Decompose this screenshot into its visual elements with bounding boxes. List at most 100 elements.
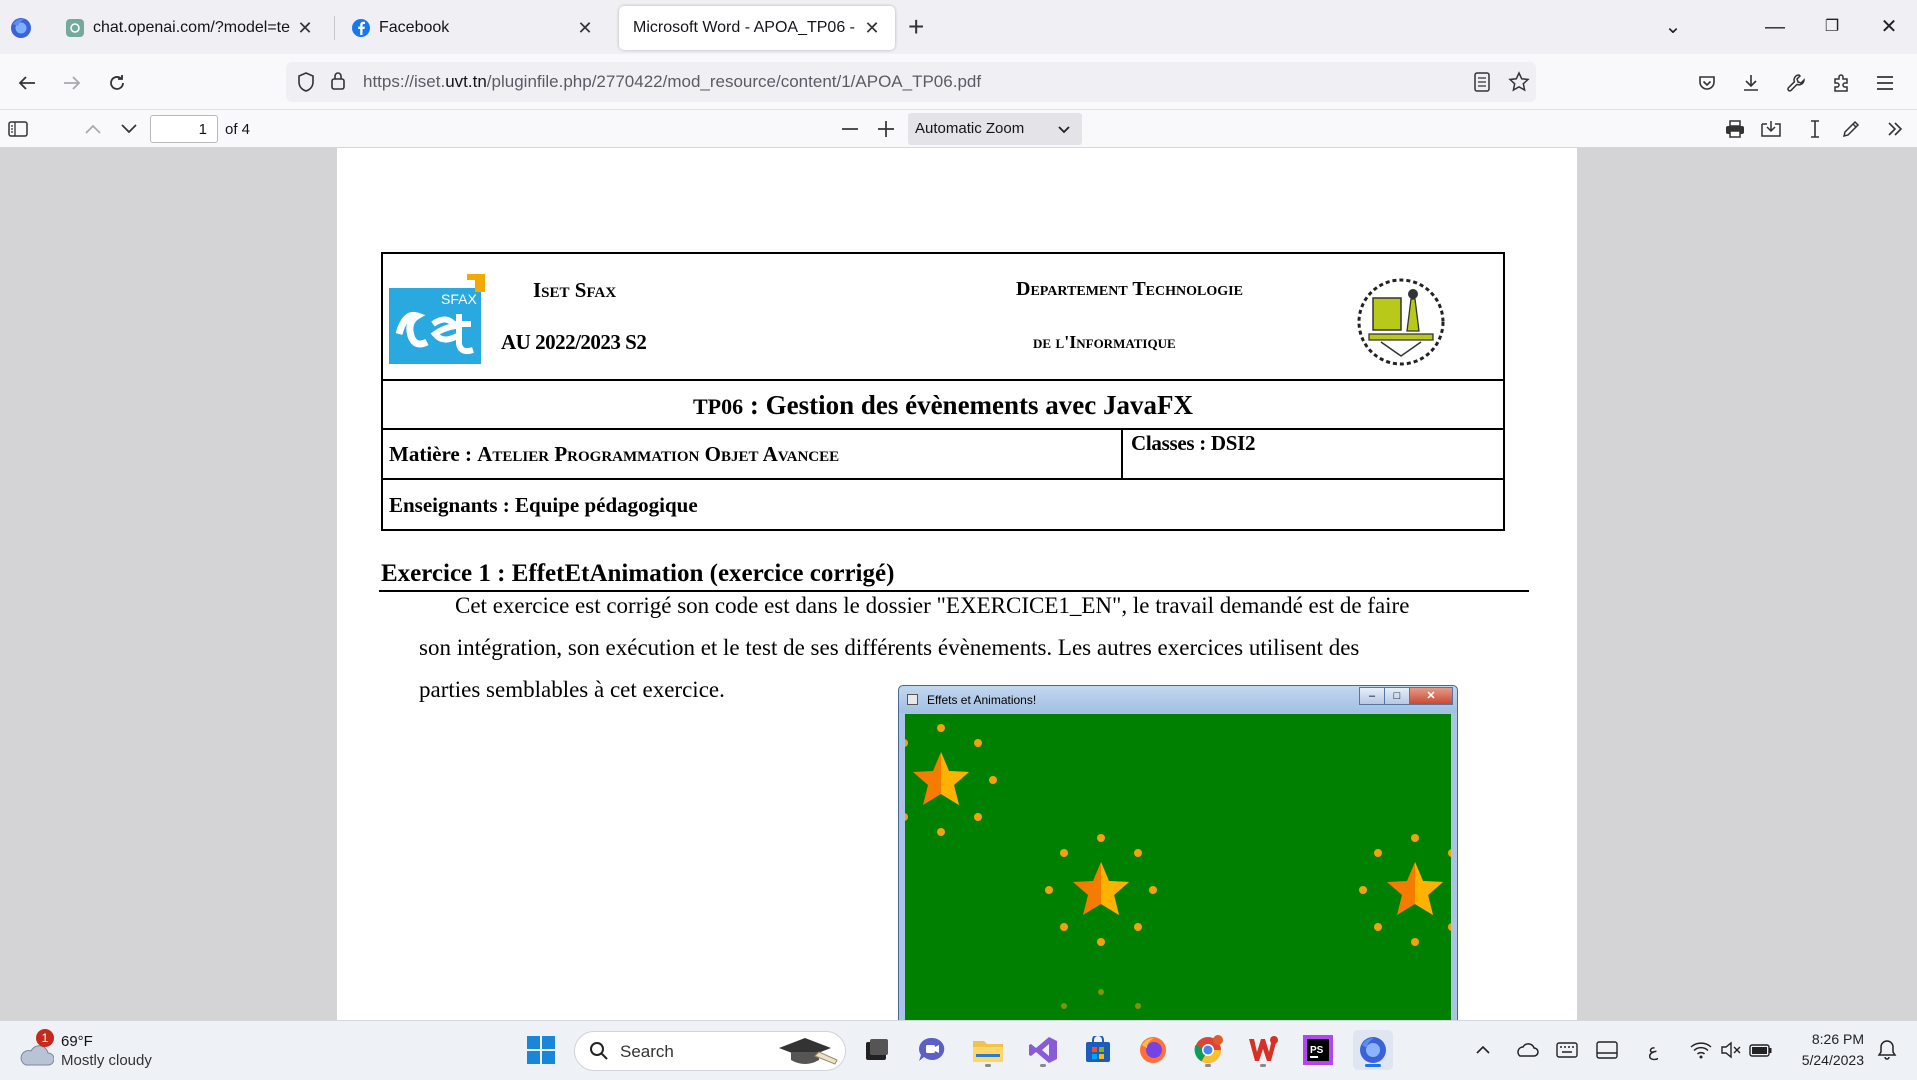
show-hidden-icons-chevron-icon[interactable]: [1468, 1030, 1498, 1070]
next-page-icon[interactable]: [114, 114, 144, 144]
input-language-indicator[interactable]: ع: [1648, 1041, 1658, 1061]
svg-text:PS: PS: [1310, 1045, 1324, 1056]
keyboard-icon[interactable]: [1552, 1030, 1582, 1070]
forward-button[interactable]: [55, 66, 89, 100]
header-table: SFAX Iset Sfax AU 2022/2023 S2 Departeme…: [381, 252, 1505, 531]
list-all-tabs-icon[interactable]: ⌄: [1648, 10, 1698, 44]
tab-facebook[interactable]: Facebook ✕: [338, 6, 608, 50]
draw-pen-icon[interactable]: [1836, 114, 1866, 144]
reload-button[interactable]: [100, 66, 134, 100]
phpstorm-icon[interactable]: PS: [1298, 1030, 1338, 1070]
window-controls: – □ ✕: [1359, 687, 1453, 705]
search-icon: [590, 1042, 608, 1060]
forward-arrow-icon: [64, 76, 81, 90]
star-burst-icon: [1359, 834, 1451, 946]
navigation-toolbar: https://iset.uvt.tn/pluginfile.php/27704…: [0, 54, 1917, 110]
new-tab-button[interactable]: +: [908, 12, 924, 42]
print-icon[interactable]: [1720, 114, 1750, 144]
page-number-input[interactable]: [150, 115, 218, 143]
url-text[interactable]: https://iset.uvt.tn/pluginfile.php/27704…: [363, 72, 981, 92]
star-reflection-icon: [1061, 989, 1141, 1009]
running-indicator: [1365, 1064, 1381, 1067]
tab-pdf-active[interactable]: Microsoft Word - APOA_TP06 - APO ✕: [619, 6, 895, 50]
back-button[interactable]: [10, 66, 44, 100]
divider: [383, 379, 1503, 381]
pocket-icon[interactable]: [1690, 66, 1724, 100]
wps-office-icon[interactable]: [1243, 1030, 1283, 1070]
page-count-label: of 4: [225, 121, 251, 138]
tp-title: TP06 : Gestion des évènements avec JavaF…: [692, 390, 1194, 420]
file-explorer-icon[interactable]: [968, 1030, 1008, 1070]
clock-time[interactable]: 8:26 PM: [1788, 1031, 1864, 1047]
tools-expand-icon[interactable]: [1880, 114, 1910, 144]
restore-button[interactable]: ❐: [1807, 10, 1857, 44]
close-tab-icon[interactable]: ✕: [296, 18, 314, 39]
zoom-select-value: Automatic Zoom: [915, 120, 1025, 137]
iset-logo: SFAX: [389, 274, 485, 366]
volume-muted-icon[interactable]: [1716, 1030, 1746, 1070]
taskbar-search-box[interactable]: Search: [574, 1031, 846, 1071]
pdf-viewer[interactable]: SFAX Iset Sfax AU 2022/2023 S2 Departeme…: [0, 148, 1917, 1020]
reader-view-icon[interactable]: [1474, 72, 1490, 97]
save-pdf-icon[interactable]: [1756, 114, 1786, 144]
divider: [379, 590, 1529, 592]
teams-chat-icon[interactable]: [912, 1030, 952, 1070]
running-indicator: [1040, 1064, 1046, 1067]
javafx-window-figure: Effets et Animations! – □ ✕: [898, 685, 1458, 1020]
notifications-bell-icon[interactable]: [1872, 1030, 1902, 1070]
tracking-protection-shield-icon[interactable]: [296, 71, 316, 98]
lock-icon[interactable]: [330, 71, 346, 96]
paragraph-line: parties semblables à cet exercice.: [419, 677, 725, 702]
weather-temp: 69°F: [61, 1033, 93, 1050]
tab-chatgpt[interactable]: chat.openai.com/?model=text- ✕: [52, 6, 328, 50]
close-tab-icon[interactable]: ✕: [863, 18, 881, 39]
zoom-select[interactable]: Automatic Zoom: [908, 113, 1082, 145]
extensions-icon[interactable]: [1824, 66, 1858, 100]
star-burst-icon: [1045, 834, 1157, 946]
exercise-title: Exercice 1 : EffetEtAnimation (exercice …: [381, 560, 895, 587]
wifi-icon[interactable]: [1686, 1030, 1716, 1070]
task-view-icon[interactable]: [856, 1030, 896, 1070]
app-icon: [907, 694, 918, 705]
bookmark-star-icon[interactable]: [1508, 71, 1530, 98]
wrench-icon[interactable]: [1779, 66, 1813, 100]
zoom-in-button[interactable]: [871, 114, 901, 144]
battery-icon[interactable]: [1746, 1030, 1776, 1070]
running-indicator: [985, 1064, 991, 1067]
close-icon: ✕: [1409, 687, 1453, 705]
text-tool-icon[interactable]: [1800, 114, 1830, 144]
facebook-icon: [352, 19, 370, 37]
running-indicator: [1260, 1064, 1266, 1067]
university-emblem: [1353, 272, 1449, 370]
chatgpt-icon: [66, 19, 84, 37]
microsoft-store-icon[interactable]: [1078, 1030, 1118, 1070]
windows-start-icon[interactable]: [521, 1030, 561, 1070]
reload-icon: [110, 75, 124, 90]
firefox-active-icon[interactable]: [1353, 1030, 1393, 1070]
close-window-button[interactable]: ✕: [1864, 10, 1914, 44]
tablet-mode-icon[interactable]: [1592, 1030, 1622, 1070]
firefox-icon[interactable]: [1133, 1030, 1173, 1070]
minimize-button[interactable]: —: [1750, 10, 1800, 44]
paragraph-line: Cet exercice est corrigé son code est da…: [455, 593, 1410, 618]
onedrive-sync-icon[interactable]: [1512, 1030, 1542, 1070]
chrome-icon[interactable]: [1188, 1030, 1228, 1070]
clock-date[interactable]: 5/24/2023: [1788, 1052, 1864, 1068]
maximize-icon: □: [1384, 687, 1410, 705]
close-tab-icon[interactable]: ✕: [576, 18, 594, 39]
visual-studio-icon[interactable]: [1023, 1030, 1063, 1070]
school-name: Iset Sfax: [533, 278, 617, 302]
window-title: Effets et Animations!: [927, 693, 1037, 707]
weather-widget[interactable]: 1 69°F Mostly cloudy: [18, 1029, 198, 1073]
previous-page-icon[interactable]: [78, 114, 108, 144]
menu-hamburger-icon[interactable]: [1868, 66, 1902, 100]
sidebar-toggle-icon[interactable]: [3, 114, 33, 144]
downloads-icon[interactable]: [1734, 66, 1768, 100]
zoom-out-button[interactable]: [835, 114, 865, 144]
windows-taskbar: 1 69°F Mostly cloudy Search PS ع 8:26 PM…: [0, 1020, 1917, 1080]
weather-condition: Mostly cloudy: [61, 1052, 152, 1069]
firefox-view-icon[interactable]: [8, 15, 34, 41]
pdf-toolbar: of 4 Automatic Zoom: [0, 110, 1917, 148]
address-bar[interactable]: https://iset.uvt.tn/pluginfile.php/27704…: [286, 62, 1536, 102]
window-titlebar: Effets et Animations! – □ ✕: [899, 686, 1457, 713]
